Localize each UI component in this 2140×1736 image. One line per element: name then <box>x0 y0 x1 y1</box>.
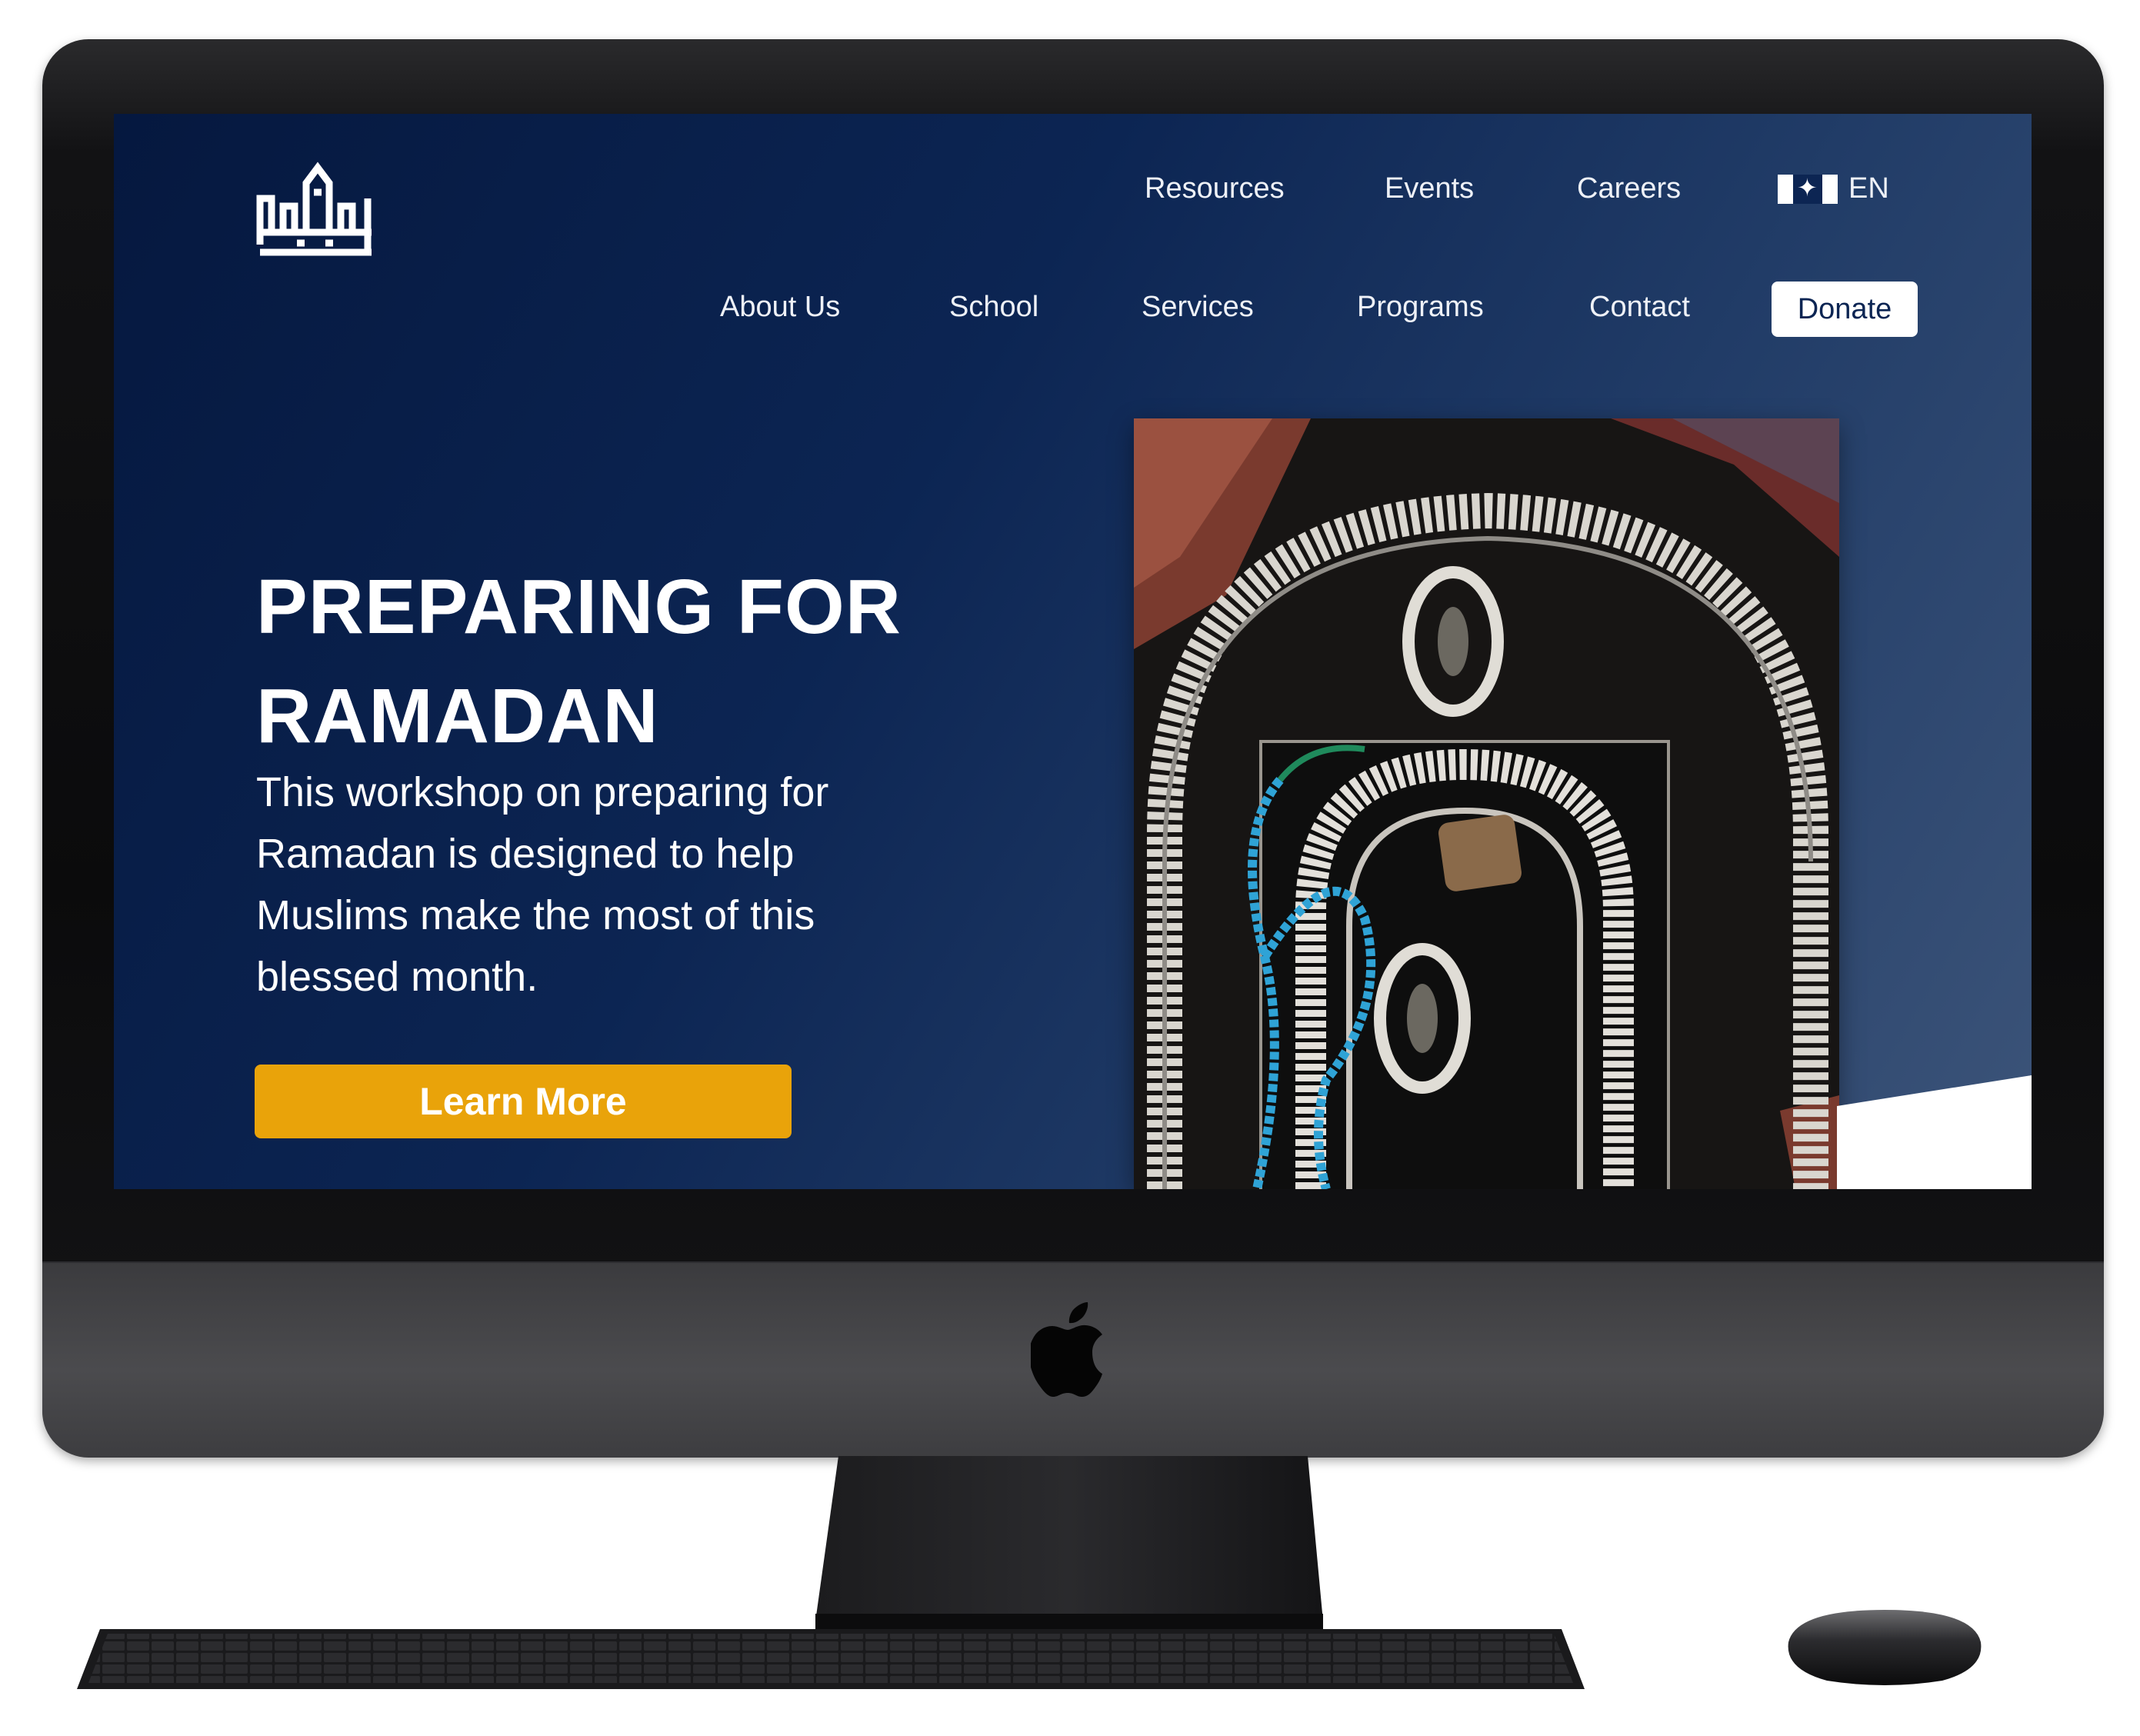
nav-item-careers[interactable]: Careers <box>1577 172 1681 205</box>
nav-item-school[interactable]: School <box>949 291 1038 324</box>
mosque-logo-icon[interactable] <box>252 152 379 260</box>
keyboard <box>77 1629 1585 1689</box>
imac-stand <box>815 1456 1323 1633</box>
nav-item-about-us[interactable]: About Us <box>720 291 840 324</box>
website-screen: Resources Events Careers ✦ EN About Us S… <box>114 114 2032 1189</box>
nav-item-events[interactable]: Events <box>1385 172 1474 205</box>
nav-item-contact[interactable]: Contact <box>1589 291 1690 324</box>
nav-item-resources[interactable]: Resources <box>1145 172 1285 205</box>
language-selector[interactable]: ✦ EN <box>1778 172 1889 205</box>
nav-item-programs[interactable]: Programs <box>1357 291 1484 324</box>
language-code: EN <box>1848 172 1889 205</box>
apple-logo-icon <box>1031 1302 1102 1397</box>
decorative-wedge <box>1837 1075 2032 1189</box>
hero-title: PREPARING FOR RAMADAN <box>256 564 902 759</box>
learn-more-button[interactable]: Learn More <box>255 1065 792 1138</box>
nav-item-services[interactable]: Services <box>1142 291 1254 324</box>
prayer-mat-image <box>1134 418 1839 1189</box>
mouse <box>1788 1610 1982 1685</box>
canada-flag-icon: ✦ <box>1778 174 1838 204</box>
donate-button[interactable]: Donate <box>1772 282 1918 337</box>
hero-description: This workshop on preparing for Ramadan i… <box>256 769 829 1000</box>
